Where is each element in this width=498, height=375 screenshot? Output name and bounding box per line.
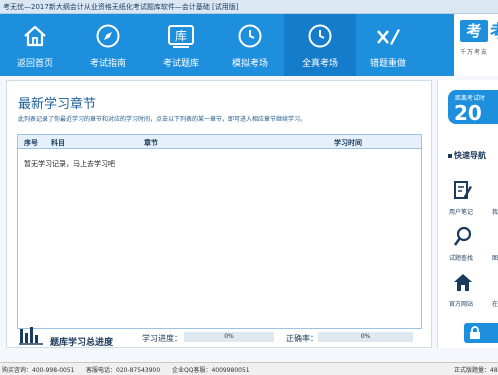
brand-slogan: 千万考友 xyxy=(460,49,489,56)
recent-chapters-panel: 最新学习章节 此列表记录了你最近学习的章节和对应的学习时间，点击以下列表的某一章… xyxy=(6,80,432,348)
accuracy-label: 正确率： xyxy=(286,334,318,343)
quick-nav-partial-3: 在 xyxy=(492,301,498,308)
logo-box: 考 xyxy=(460,20,488,42)
home-icon xyxy=(454,274,472,291)
nav-question-bank[interactable]: 库 考试题库 xyxy=(146,14,216,76)
status-bar: 购买咨询：400-998-0051 客服电话：020-87543900 企业QQ… xyxy=(0,362,498,375)
progress-zone: 题库学习总进度 学习进度： 0% 正确率： 0% xyxy=(18,325,423,348)
clock-icon xyxy=(238,24,262,48)
main-nav: 返回首页 考试指南 库 考试题库 模拟考场 全真考场 错题重做 xyxy=(0,14,498,76)
right-sidebar: 距离考试时 20 快速导航 用户笔记 我 试题查找 图 官方网站 在 xyxy=(437,80,498,348)
edit-note-icon xyxy=(454,181,472,199)
accuracy-value: 0% xyxy=(360,333,371,340)
col-chapter: 章节 xyxy=(144,139,158,147)
col-subject: 科目 xyxy=(51,139,65,147)
status-hotline: 购买咨询：400-998-0051 xyxy=(2,367,75,374)
lock-button[interactable] xyxy=(464,323,498,343)
nav-home-label: 返回首页 xyxy=(16,59,53,69)
study-progress-value: 0% xyxy=(224,333,234,340)
nav-real-exam-label: 全真考场 xyxy=(301,59,338,69)
nav-real-exam[interactable]: 全真考场 xyxy=(284,14,356,76)
quick-nav-search[interactable]: 试题查找 图 xyxy=(443,226,498,268)
col-seq: 序号 xyxy=(24,139,38,147)
brand-logo: 考 考 千万考友 xyxy=(454,14,498,76)
quick-nav-title-text: 快速导航 xyxy=(454,151,486,160)
status-question-count: 正式版题量：48 xyxy=(454,367,498,374)
status-service-phone: 客服电话：020-87543900 xyxy=(86,367,161,374)
page-title: 最新学习章节 xyxy=(18,97,97,112)
nav-mock-exam[interactable]: 模拟考场 xyxy=(216,14,284,76)
title-bar: 考无忧—2017新大纲会计从业资格无纸化考试题库软件—会计基础 [试用版] xyxy=(0,0,498,14)
nav-exam-guide-label: 考试指南 xyxy=(89,59,126,69)
nav-redo-wrong[interactable]: 错题重做 xyxy=(356,14,420,76)
square-bullet-icon xyxy=(448,153,452,158)
lock-icon xyxy=(470,326,480,339)
quick-nav-website[interactable]: 官方网站 在 xyxy=(443,272,498,314)
logo-char: 考 xyxy=(490,18,498,44)
nav-question-bank-label: 考试题库 xyxy=(162,59,199,69)
clock-icon xyxy=(308,24,332,48)
countdown-value: 20 xyxy=(454,101,482,125)
empty-message[interactable]: 暂无学习记录，马上去学习吧 xyxy=(24,159,115,169)
compass-icon xyxy=(96,24,120,48)
quick-nav-notes[interactable]: 用户笔记 我 xyxy=(443,180,498,222)
exam-countdown: 距离考试时 20 xyxy=(448,90,498,125)
x-pencil-icon xyxy=(377,29,400,45)
quick-nav-search-label: 试题查找 xyxy=(449,255,474,262)
search-icon xyxy=(453,226,472,246)
progress-title: 题库学习总进度 xyxy=(50,338,114,348)
library-icon: 库 xyxy=(168,25,194,48)
nav-redo-wrong-label: 错题重做 xyxy=(369,59,406,69)
study-progress-bar: 0% xyxy=(184,332,274,342)
home-icon xyxy=(24,25,46,47)
quick-nav-partial-1: 我 xyxy=(492,209,498,216)
quick-nav-title: 快速导航 xyxy=(448,150,486,161)
accuracy-bar: 0% xyxy=(318,332,413,342)
study-progress-label: 学习进度： xyxy=(142,334,182,343)
window-title: 考无忧—2017新大纲会计从业资格无纸化考试题库软件—会计基础 [试用版] xyxy=(3,3,239,11)
quick-nav-website-label: 官方网站 xyxy=(449,301,474,308)
bar-chart-icon xyxy=(19,327,43,345)
table-header: 序号 科目 章节 学习时间 xyxy=(18,135,421,149)
quick-nav-notes-label: 用户笔记 xyxy=(449,209,474,216)
quick-nav-partial-2: 图 xyxy=(492,255,498,262)
nav-exam-guide[interactable]: 考试指南 xyxy=(70,14,146,76)
nav-mock-exam-label: 模拟考场 xyxy=(231,59,268,69)
nav-home[interactable]: 返回首页 xyxy=(0,14,70,76)
page-description: 此列表记录了你最近学习的章节和对应的学习时间，点击以下列表的某一章节，即可进入相… xyxy=(18,116,307,123)
col-time: 学习时间 xyxy=(334,139,362,147)
recent-chapters-table: 序号 科目 章节 学习时间 暂无学习记录，马上去学习吧 xyxy=(17,134,422,329)
status-qq: 企业QQ客服：4009980051 xyxy=(172,367,250,374)
svg-text:库: 库 xyxy=(175,28,187,43)
